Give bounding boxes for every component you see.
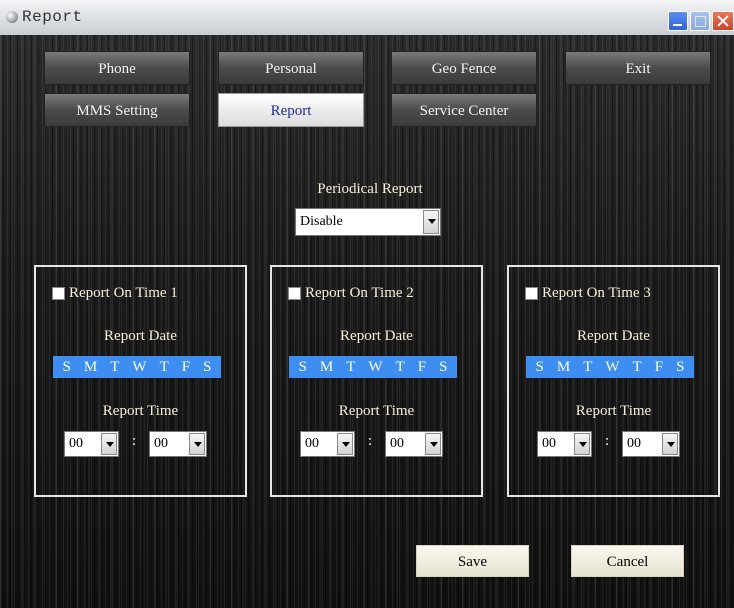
cancel-button[interactable]: Cancel xyxy=(571,545,684,577)
report-date-days[interactable]: S M T W T F S xyxy=(526,356,694,378)
day-fri[interactable]: F xyxy=(182,359,190,376)
day-fri[interactable]: F xyxy=(655,359,663,376)
day-fri[interactable]: F xyxy=(418,359,426,376)
day-wed[interactable]: W xyxy=(368,359,382,376)
report-on-time-1-label: Report On Time 1 xyxy=(69,285,178,301)
window-title: Report xyxy=(22,8,83,26)
day-thu[interactable]: T xyxy=(160,359,169,376)
time-separator: : xyxy=(605,433,610,449)
chevron-down-icon[interactable] xyxy=(101,433,117,455)
minute-value: 00 xyxy=(390,436,404,451)
day-sat[interactable]: S xyxy=(203,359,211,376)
nav-phone-button[interactable]: Phone xyxy=(44,51,190,85)
close-icon[interactable] xyxy=(712,11,734,31)
report-date-days[interactable]: S M T W T F S xyxy=(53,356,221,378)
hour-select[interactable]: 00 xyxy=(300,431,355,457)
chevron-down-icon[interactable] xyxy=(574,433,590,455)
day-thu[interactable]: T xyxy=(633,359,642,376)
report-on-time-2-checkbox[interactable] xyxy=(288,287,301,300)
minute-select[interactable]: 00 xyxy=(622,431,680,457)
day-wed[interactable]: W xyxy=(132,359,146,376)
report-date-label: Report Date xyxy=(104,328,177,344)
day-sat[interactable]: S xyxy=(676,359,684,376)
report-time-label: Report Time xyxy=(338,403,415,419)
day-tue[interactable]: T xyxy=(346,359,355,376)
periodical-report-value: Disable xyxy=(300,214,343,229)
nav-personal-button[interactable]: Personal xyxy=(218,51,364,85)
day-sun[interactable]: S xyxy=(299,359,307,376)
day-sat[interactable]: S xyxy=(439,359,447,376)
day-tue[interactable]: T xyxy=(583,359,592,376)
day-sun[interactable]: S xyxy=(63,359,71,376)
day-tue[interactable]: T xyxy=(110,359,119,376)
maximize-icon[interactable] xyxy=(690,11,710,31)
report-time-label: Report Time xyxy=(102,403,179,419)
periodical-report-label: Periodical Report xyxy=(317,181,423,197)
day-mon[interactable]: M xyxy=(84,359,97,376)
report-date-days[interactable]: S M T W T F S xyxy=(289,356,457,378)
report-on-time-1-checkbox[interactable] xyxy=(52,287,65,300)
minute-select[interactable]: 00 xyxy=(149,431,207,457)
time-separator: : xyxy=(368,433,373,449)
minute-select[interactable]: 00 xyxy=(385,431,443,457)
minute-value: 00 xyxy=(627,436,641,451)
day-mon[interactable]: M xyxy=(557,359,570,376)
day-mon[interactable]: M xyxy=(320,359,333,376)
chevron-down-icon[interactable] xyxy=(423,210,439,234)
report-time-group-3: Report On Time 3 Report Date S M T W T F… xyxy=(507,265,720,497)
hour-select[interactable]: 00 xyxy=(64,431,119,457)
report-time-label: Report Time xyxy=(575,403,652,419)
chevron-down-icon[interactable] xyxy=(662,433,678,455)
time-separator: : xyxy=(132,433,137,449)
nav-exit-button[interactable]: Exit xyxy=(565,51,711,85)
minimize-icon[interactable] xyxy=(668,11,688,31)
nav-service-center-button[interactable]: Service Center xyxy=(391,93,537,127)
nav-mms-setting-button[interactable]: MMS Setting xyxy=(44,93,190,127)
chevron-down-icon[interactable] xyxy=(425,433,441,455)
report-date-label: Report Date xyxy=(340,328,413,344)
chevron-down-icon[interactable] xyxy=(337,433,353,455)
report-date-label: Report Date xyxy=(577,328,650,344)
periodical-report-select[interactable]: Disable xyxy=(295,208,441,236)
report-on-time-3-label: Report On Time 3 xyxy=(542,285,651,301)
hour-value: 00 xyxy=(305,436,319,451)
title-bar: Report xyxy=(0,0,734,36)
day-wed[interactable]: W xyxy=(605,359,619,376)
nav-report-button[interactable]: Report xyxy=(218,93,364,127)
hour-select[interactable]: 00 xyxy=(537,431,592,457)
hour-value: 00 xyxy=(542,436,556,451)
report-time-group-1: Report On Time 1 Report Date S M T W T F… xyxy=(34,265,247,497)
chevron-down-icon[interactable] xyxy=(189,433,205,455)
nav-geo-fence-button[interactable]: Geo Fence xyxy=(391,51,537,85)
save-button[interactable]: Save xyxy=(416,545,529,577)
report-on-time-3-checkbox[interactable] xyxy=(525,287,538,300)
day-thu[interactable]: T xyxy=(396,359,405,376)
minute-value: 00 xyxy=(154,436,168,451)
day-sun[interactable]: S xyxy=(536,359,544,376)
app-icon xyxy=(6,11,18,23)
report-time-group-2: Report On Time 2 Report Date S M T W T F… xyxy=(270,265,483,497)
hour-value: 00 xyxy=(69,436,83,451)
report-on-time-2-label: Report On Time 2 xyxy=(305,285,414,301)
